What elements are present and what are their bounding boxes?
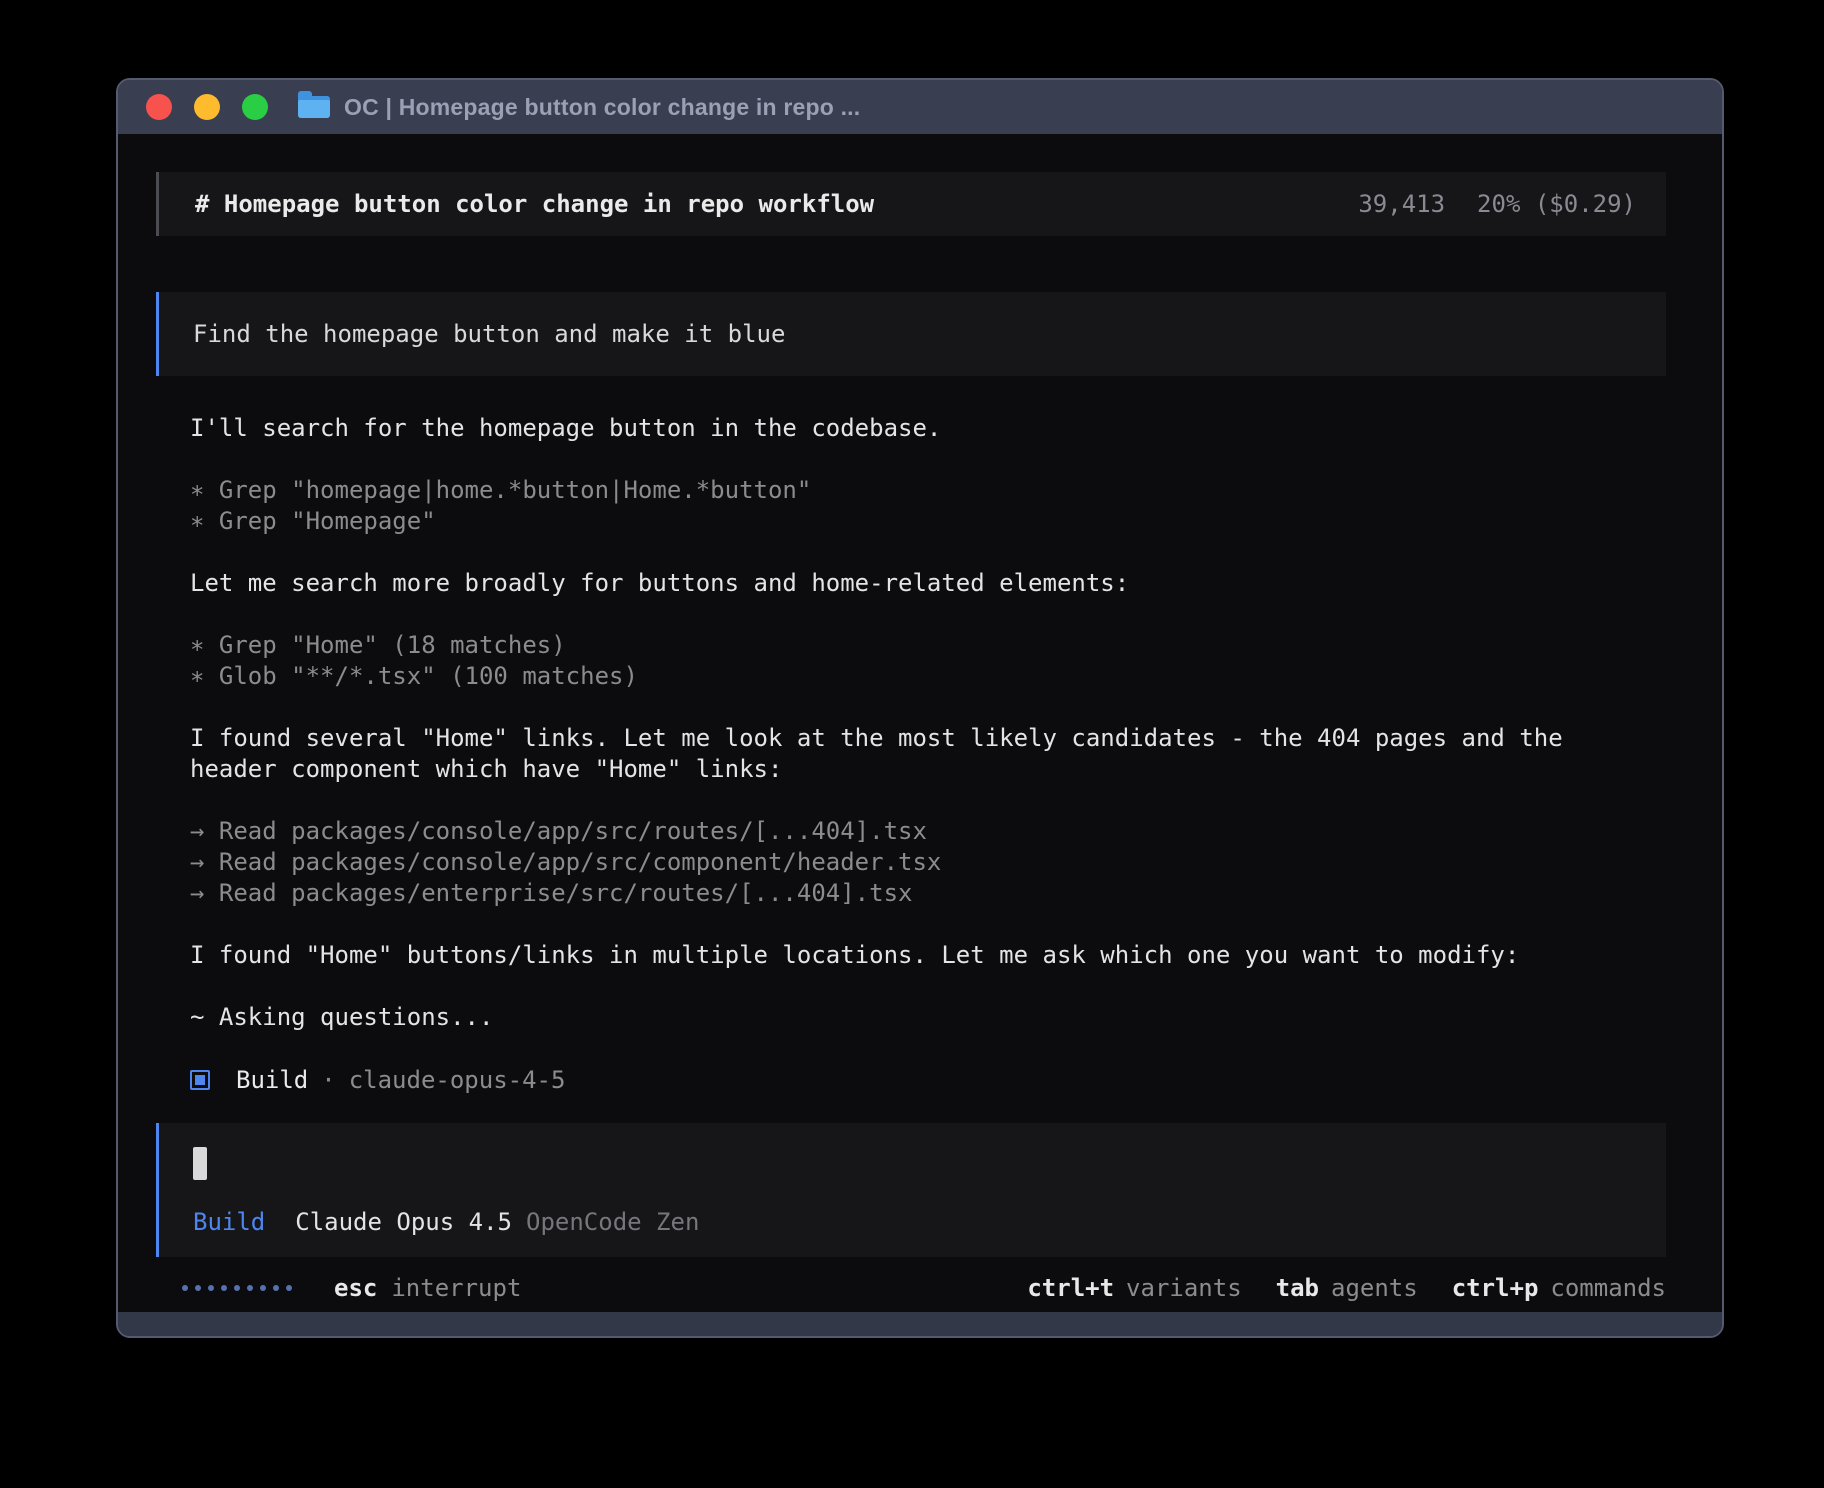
- session-header: # Homepage button color change in repo w…: [156, 172, 1666, 236]
- provider-label: OpenCode Zen: [526, 1208, 699, 1236]
- commands-label: commands: [1550, 1274, 1666, 1302]
- window-title: OC | Homepage button color change in rep…: [344, 94, 860, 121]
- folder-icon: [298, 96, 330, 118]
- text-cursor: [193, 1147, 207, 1180]
- assistant-text: I'll search for the homepage button in t…: [190, 413, 1666, 444]
- agent-name: Build: [236, 1066, 308, 1094]
- status-text: ~ Asking questions...: [190, 1002, 1666, 1033]
- ctrl-p-key: ctrl+p: [1452, 1274, 1539, 1302]
- model-row: Build Claude Opus 4.5 OpenCode Zen: [193, 1206, 1632, 1237]
- tool-call-grep: ∗ Grep "Home" (18 matches): [190, 630, 1666, 661]
- minimize-button[interactable]: [194, 94, 220, 120]
- tool-call-read: → Read packages/console/app/src/componen…: [190, 847, 1666, 878]
- variants-label: variants: [1126, 1274, 1242, 1302]
- mode-label[interactable]: Build: [193, 1208, 265, 1236]
- commands-hint: ctrl+p commands: [1452, 1274, 1666, 1302]
- window-bottom-bar: [118, 1312, 1722, 1336]
- titlebar: OC | Homepage button color change in rep…: [118, 80, 1722, 134]
- build-agent-icon: [190, 1070, 210, 1090]
- statusbar: esc interrupt ctrl+t variants tab agents…: [156, 1272, 1666, 1303]
- prompt-input[interactable]: Build Claude Opus 4.5 OpenCode Zen: [156, 1123, 1666, 1257]
- esc-key: esc: [334, 1274, 377, 1302]
- agents-label: agents: [1331, 1274, 1418, 1302]
- tool-call-read: → Read packages/enterprise/src/routes/[.…: [190, 878, 1666, 909]
- assistant-text: header component which have "Home" links…: [190, 754, 1666, 785]
- ctrl-t-key: ctrl+t: [1027, 1274, 1114, 1302]
- keyboard-hints: ctrl+t variants tab agents ctrl+p comman…: [1027, 1274, 1666, 1302]
- close-button[interactable]: [146, 94, 172, 120]
- session-stats: 39,413 20% ($0.29): [1358, 190, 1636, 218]
- agents-hint: tab agents: [1276, 1274, 1418, 1302]
- agent-status-row: Build · claude-opus-4-5: [190, 1064, 1666, 1095]
- agent-separator: ·: [321, 1066, 335, 1094]
- user-message: Find the homepage button and make it blu…: [156, 292, 1666, 376]
- tool-call-grep: ∗ Grep "Homepage": [190, 506, 1666, 537]
- window-controls: [146, 94, 268, 120]
- tool-call-grep: ∗ Grep "homepage|home.*button|Home.*butt…: [190, 475, 1666, 506]
- assistant-transcript: I'll search for the homepage button in t…: [190, 413, 1666, 1095]
- model-label[interactable]: Claude Opus 4.5: [295, 1208, 512, 1236]
- agent-model: claude-opus-4-5: [349, 1066, 566, 1094]
- tab-key: tab: [1276, 1274, 1319, 1302]
- tool-call-glob: ∗ Glob "**/*.tsx" (100 matches): [190, 661, 1666, 692]
- context-usage: 20% ($0.29): [1477, 190, 1636, 218]
- terminal-window: OC | Homepage button color change in rep…: [116, 78, 1724, 1338]
- assistant-text: Let me search more broadly for buttons a…: [190, 568, 1666, 599]
- interrupt-hint: esc interrupt: [334, 1274, 521, 1302]
- user-message-text: Find the homepage button and make it blu…: [193, 320, 785, 348]
- tool-call-read: → Read packages/console/app/src/routes/[…: [190, 816, 1666, 847]
- interrupt-label: interrupt: [391, 1274, 521, 1302]
- zoom-button[interactable]: [242, 94, 268, 120]
- terminal-content: # Homepage button color change in repo w…: [118, 134, 1722, 1312]
- spinner-dots: [182, 1285, 292, 1291]
- token-count: 39,413: [1358, 190, 1445, 218]
- session-title: # Homepage button color change in repo w…: [195, 190, 874, 218]
- assistant-text: I found "Home" buttons/links in multiple…: [190, 940, 1666, 971]
- variants-hint: ctrl+t variants: [1027, 1274, 1241, 1302]
- assistant-text: I found several "Home" links. Let me loo…: [190, 723, 1666, 754]
